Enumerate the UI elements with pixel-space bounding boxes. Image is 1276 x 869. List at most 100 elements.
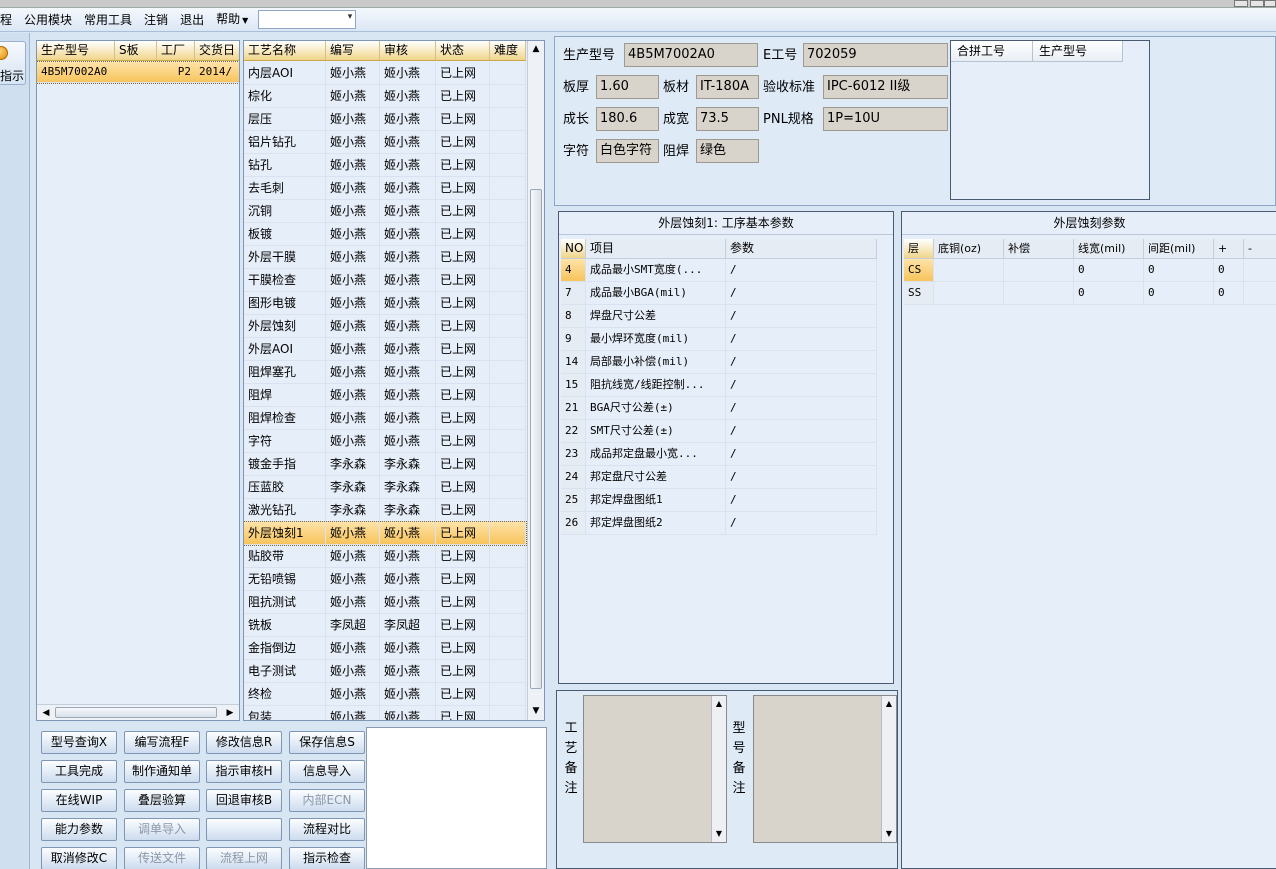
table-row[interactable]: 25 邦定焊盘图纸1/ [561, 489, 877, 512]
scroll-up-icon[interactable]: ▲ [714, 698, 724, 710]
soldermask-field[interactable]: 绿色 [696, 139, 759, 163]
scroll-thumb[interactable] [55, 707, 217, 718]
notes-box[interactable] [366, 727, 547, 869]
action-button-0-0[interactable]: 型号查询X [41, 731, 117, 754]
table-row[interactable]: 钻孔 姬小燕 姬小燕 已上网 [244, 154, 526, 177]
col-line-width[interactable]: 线宽(mil) [1074, 239, 1144, 258]
table-row[interactable]: CS 0 0 0 [904, 259, 1276, 282]
table-row[interactable]: 层压 姬小燕 姬小燕 已上网 [244, 108, 526, 131]
action-button-1-0[interactable]: 工具完成 [41, 760, 117, 783]
action-button-0-3[interactable]: 保存信息S [289, 731, 365, 754]
material-field[interactable]: IT-180A [696, 75, 759, 99]
standard-field[interactable]: IPC-6012 II级 [823, 75, 948, 99]
col-item[interactable]: 项目 [586, 239, 726, 258]
action-button-0-2[interactable]: 修改信息R [206, 731, 282, 754]
table-row[interactable]: 14 局部最小补偿(mil) / [561, 351, 877, 374]
table-row[interactable]: 26 邦定焊盘图纸2/ [561, 512, 877, 535]
table-row[interactable]: 字符 姬小燕 姬小燕 已上网 [244, 430, 526, 453]
table-row[interactable]: 图形电镀 姬小燕 姬小燕 已上网 [244, 292, 526, 315]
action-button-3-1[interactable]: 调单导入 [124, 818, 200, 841]
col-spacing[interactable]: 间距(mil) [1144, 239, 1214, 258]
table-row[interactable]: 4 成品最小SMT宽度(... / [561, 259, 877, 282]
table-row[interactable]: 终检 姬小燕 姬小燕 已上网 [244, 683, 526, 706]
scroll-up-icon[interactable]: ▲ [884, 698, 894, 710]
legend-field[interactable]: 白色字符 [596, 139, 659, 163]
table-row[interactable]: 无铅喷锡 姬小燕 姬小燕 已上网 [244, 568, 526, 591]
table-row[interactable]: 24 邦定盘尺寸公差 / [561, 466, 877, 489]
menu-item-common-modules[interactable]: 公用模块 [18, 9, 78, 31]
col-merge-model[interactable]: 生产型号 [1033, 41, 1123, 61]
action-button-2-2[interactable]: 回退审核B [206, 789, 282, 812]
table-row[interactable]: 23 成品邦定盘最小宽... / [561, 443, 877, 466]
table-row[interactable]: 外层AOI 姬小燕 姬小燕 已上网 [244, 338, 526, 361]
scroll-up-icon[interactable]: ▲ [530, 42, 542, 56]
table-row[interactable]: 9 最小焊环宽度(mil) / [561, 328, 877, 351]
table-row[interactable]: 阻焊塞孔 姬小燕 姬小燕 已上网 [244, 361, 526, 384]
menu-combo-box[interactable] [258, 10, 357, 29]
scroll-left-icon[interactable]: ◀ [39, 707, 53, 719]
table-row[interactable]: 铝片钻孔 姬小燕 姬小燕 已上网 [244, 131, 526, 154]
table-row[interactable]: 去毛刺 姬小燕 姬小燕 已上网 [244, 177, 526, 200]
vertical-scrollbar[interactable]: ▲ ▼ [527, 41, 544, 720]
action-button-3-2[interactable] [206, 818, 282, 841]
table-row[interactable]: 铣板 李凤超 李凤超 已上网 [244, 614, 526, 637]
col-merge-job[interactable]: 合拼工号 [951, 41, 1033, 61]
table-row[interactable]: 内层AOI 姬小燕 姬小燕 已上网 [244, 62, 526, 85]
col-minus[interactable]: - [1244, 239, 1276, 258]
menu-item-common-tools[interactable]: 常用工具 [78, 9, 138, 31]
table-row[interactable]: 外层蚀刻1 姬小燕 姬小燕 已上网 [244, 521, 527, 546]
menu-item-exit[interactable]: 退出 [174, 9, 210, 31]
action-button-4-2[interactable]: 流程上网 [206, 847, 282, 869]
table-row[interactable]: 阻焊 姬小燕 姬小燕 已上网 [244, 384, 526, 407]
col-compensation[interactable]: 补偿 [1004, 239, 1074, 258]
table-row[interactable]: 压蓝胶 李永森 李永森 已上网 [244, 476, 526, 499]
scroll-right-icon[interactable]: ▶ [223, 707, 237, 719]
action-button-4-0[interactable]: 取消修改C [41, 847, 117, 869]
table-row[interactable]: 电子测试 姬小燕 姬小燕 已上网 [244, 660, 526, 683]
maximize-button[interactable] [1250, 0, 1264, 7]
col-model[interactable]: 生产型号 [37, 41, 115, 60]
col-reviewer[interactable]: 审核 [380, 41, 436, 60]
scroll-down-icon[interactable]: ▼ [884, 828, 894, 840]
col-layer[interactable]: 层 [904, 239, 934, 258]
table-row[interactable]: SS 0 0 0 [904, 282, 1276, 305]
process-remark-memo[interactable]: ▲ ▼ [583, 695, 727, 843]
nav-instruction-button[interactable]: 指示 [0, 41, 26, 85]
action-button-2-3[interactable]: 内部ECN [289, 789, 365, 812]
action-button-2-1[interactable]: 叠层验算 [124, 789, 200, 812]
menu-item-logout[interactable]: 注销 [138, 9, 174, 31]
action-button-4-3[interactable]: 指示检查 [289, 847, 365, 869]
table-row[interactable]: 阻焊检查 姬小燕 姬小燕 已上网 [244, 407, 526, 430]
action-button-0-1[interactable]: 编写流程F [124, 731, 200, 754]
table-row[interactable]: 沉铜 姬小燕 姬小燕 已上网 [244, 200, 526, 223]
pnl-field[interactable]: 1P=10U [823, 107, 948, 131]
table-row[interactable]: 镀金手指 李永森 李永森 已上网 [244, 453, 526, 476]
memo-scrollbar[interactable]: ▲ ▼ [881, 696, 896, 842]
col-s-board[interactable]: S板 [115, 41, 157, 60]
scroll-thumb[interactable] [530, 189, 542, 689]
length-field[interactable]: 180.6 [596, 107, 659, 131]
col-process-name[interactable]: 工艺名称 [244, 41, 326, 60]
table-row[interactable]: 激光钻孔 李永森 李永森 已上网 [244, 499, 526, 522]
col-author[interactable]: 编写 [326, 41, 380, 60]
col-plus[interactable]: + [1214, 239, 1244, 258]
table-row[interactable]: 干膜检查 姬小燕 姬小燕 已上网 [244, 269, 526, 292]
col-difficulty[interactable]: 难度 [490, 41, 526, 60]
table-row[interactable]: 8 焊盘尺寸公差 / [561, 305, 877, 328]
action-button-2-0[interactable]: 在线WIP [41, 789, 117, 812]
table-row[interactable]: 金指倒边 姬小燕 姬小燕 已上网 [244, 637, 526, 660]
menu-item-process[interactable]: 程 [0, 9, 18, 31]
thickness-field[interactable]: 1.60 [596, 75, 659, 99]
action-button-3-3[interactable]: 流程对比 [289, 818, 365, 841]
action-button-3-0[interactable]: 能力参数 [41, 818, 117, 841]
table-row[interactable]: 4B5M7002A0 P2 2014/ [37, 61, 239, 84]
col-status[interactable]: 状态 [436, 41, 490, 60]
table-row[interactable]: 21 BGA尺寸公差(±) / [561, 397, 877, 420]
model-field[interactable]: 4B5M7002A0 [624, 43, 758, 67]
table-row[interactable]: 7 成品最小BGA(mil) / [561, 282, 877, 305]
table-row[interactable]: 外层蚀刻 姬小燕 姬小燕 已上网 [244, 315, 526, 338]
table-row[interactable]: 贴胶带 姬小燕 姬小燕 已上网 [244, 545, 526, 568]
memo-scrollbar[interactable]: ▲ ▼ [711, 696, 726, 842]
table-row[interactable]: 15 阻抗线宽/线距控制... / [561, 374, 877, 397]
table-row[interactable]: 外层干膜 姬小燕 姬小燕 已上网 [244, 246, 526, 269]
